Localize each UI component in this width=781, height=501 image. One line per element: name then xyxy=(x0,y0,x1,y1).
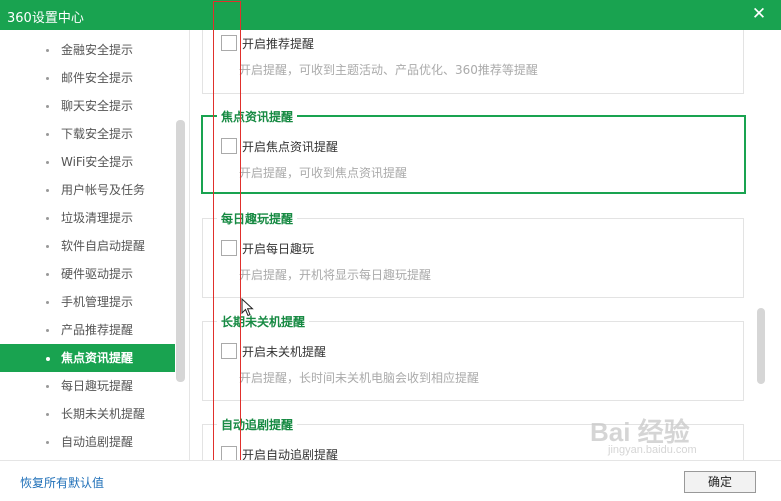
group-description: 开启提醒，开机将显示每日趣玩提醒 xyxy=(239,268,432,282)
group-legend: 长期未关机提醒 xyxy=(217,313,310,330)
bullet-icon xyxy=(46,441,49,444)
sidebar: 金融安全提示 邮件安全提示 聊天安全提示 下载安全提示 WiFi安全提示 用户帐… xyxy=(0,30,190,460)
group-description: 开启提醒，可收到焦点资讯提醒 xyxy=(239,166,408,180)
sidebar-item-finance[interactable]: 金融安全提示 xyxy=(0,36,175,64)
news-checkbox[interactable] xyxy=(221,138,237,154)
sidebar-item-daily-fun[interactable]: 每日趣玩提醒 xyxy=(0,372,175,400)
sidebar-item-phone[interactable]: 手机管理提示 xyxy=(0,288,175,316)
drama-checkbox[interactable] xyxy=(221,446,237,460)
bullet-icon xyxy=(46,217,49,220)
bullet-icon xyxy=(46,161,49,164)
bullet-icon xyxy=(46,357,50,361)
sidebar-item-news[interactable]: 焦点资讯提醒 xyxy=(0,344,175,372)
group-legend: 每日趣玩提醒 xyxy=(217,210,298,227)
bullet-icon xyxy=(46,189,49,192)
content-scrollbar[interactable] xyxy=(757,308,765,384)
recommend-checkbox[interactable] xyxy=(221,35,237,51)
shutdown-checkbox[interactable] xyxy=(221,343,237,359)
sidebar-item-shutdown[interactable]: 长期未关机提醒 xyxy=(0,400,175,428)
checkbox-label[interactable]: 开启自动追剧提醒 xyxy=(242,447,338,460)
settings-group-news: 焦点资讯提醒 开启焦点资讯提醒 开启提醒，可收到焦点资讯提醒 xyxy=(201,108,746,194)
group-description: 开启提醒，可收到主题活动、产品优化、360推荐等提醒 xyxy=(239,63,538,77)
title-bar: 360设置中心 ✕ xyxy=(0,0,781,30)
settings-group-recommend: 开启推荐提醒 开启提醒，可收到主题活动、产品优化、360推荐等提醒 xyxy=(202,30,744,94)
window-title: 360设置中心 xyxy=(7,11,84,26)
checkbox-label[interactable]: 开启未关机提醒 xyxy=(242,344,326,360)
settings-group-daily-fun: 每日趣玩提醒 开启每日趣玩 开启提醒，开机将显示每日趣玩提醒 xyxy=(202,210,744,298)
bullet-icon xyxy=(46,133,49,136)
bullet-icon xyxy=(46,245,49,248)
bullet-icon xyxy=(46,301,49,304)
bullet-icon xyxy=(46,77,49,80)
checkbox-label[interactable]: 开启推荐提醒 xyxy=(242,36,314,52)
bullet-icon xyxy=(46,105,49,108)
sidebar-item-autostart[interactable]: 软件自启动提醒 xyxy=(0,232,175,260)
watermark-url: jingyan.baidu.com xyxy=(608,444,697,456)
group-legend: 自动追剧提醒 xyxy=(217,416,298,433)
bullet-icon xyxy=(46,385,49,388)
sidebar-item-account[interactable]: 用户帐号及任务 xyxy=(0,176,175,204)
footer-bar: 恢复所有默认值 确定 xyxy=(0,460,781,501)
sidebar-item-chat[interactable]: 聊天安全提示 xyxy=(0,92,175,120)
settings-group-shutdown: 长期未关机提醒 开启未关机提醒 开启提醒，长时间未关机电脑会收到相应提醒 xyxy=(202,313,744,401)
sidebar-scrollbar[interactable] xyxy=(176,120,185,382)
sidebar-item-download[interactable]: 下载安全提示 xyxy=(0,120,175,148)
group-description: 开启提醒，长时间未关机电脑会收到相应提醒 xyxy=(239,371,480,385)
sidebar-item-mail[interactable]: 邮件安全提示 xyxy=(0,64,175,92)
settings-content: 开启推荐提醒 开启提醒，可收到主题活动、产品优化、360推荐等提醒 焦点资讯提醒… xyxy=(191,30,781,460)
checkbox-label[interactable]: 开启焦点资讯提醒 xyxy=(242,139,338,155)
sidebar-item-drama[interactable]: 自动追剧提醒 xyxy=(0,428,175,456)
sidebar-item-driver[interactable]: 硬件驱动提示 xyxy=(0,260,175,288)
sidebar-item-wifi[interactable]: WiFi安全提示 xyxy=(0,148,175,176)
group-legend: 焦点资讯提醒 xyxy=(217,108,298,125)
checkbox-label[interactable]: 开启每日趣玩 xyxy=(242,241,314,257)
sidebar-item-cleanup[interactable]: 垃圾清理提示 xyxy=(0,204,175,232)
sidebar-item-product[interactable]: 产品推荐提醒 xyxy=(0,316,175,344)
restore-defaults-link[interactable]: 恢复所有默认值 xyxy=(20,474,104,491)
bullet-icon xyxy=(46,49,49,52)
mouse-cursor-icon xyxy=(241,298,254,317)
bullet-icon xyxy=(46,329,49,332)
close-icon[interactable]: ✕ xyxy=(751,4,767,24)
bullet-icon xyxy=(46,413,49,416)
bullet-icon xyxy=(46,273,49,276)
ok-button[interactable]: 确定 xyxy=(684,471,756,493)
daily-fun-checkbox[interactable] xyxy=(221,240,237,256)
